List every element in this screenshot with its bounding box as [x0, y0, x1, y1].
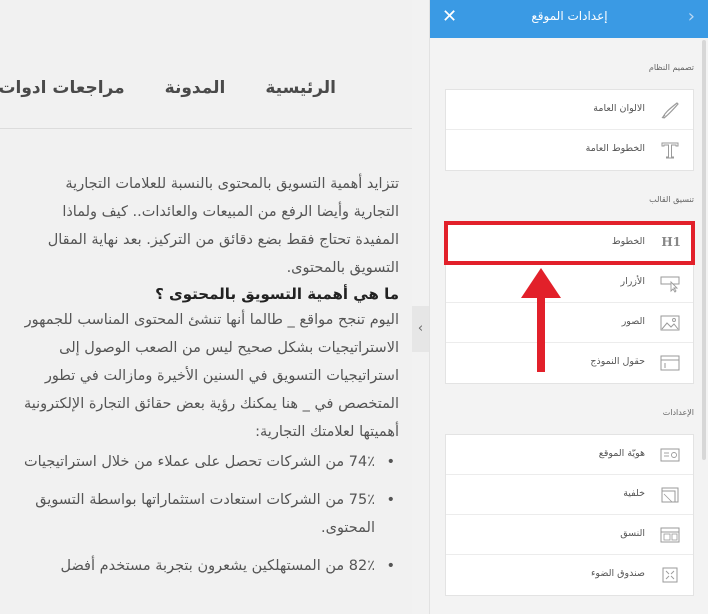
id-card-icon	[659, 445, 681, 465]
nav-divider	[0, 128, 412, 129]
settings-item-global-colors[interactable]: الالوان العامة	[446, 90, 693, 130]
settings-item-label: الصور	[621, 316, 645, 327]
brush-icon	[659, 100, 681, 120]
list-item-text: 75٪ من الشركات استعادت استثماراتها بواسط…	[35, 492, 375, 508]
paragraph-line: استراتيجيات التسويق في السنين الأخيرة وم…	[44, 368, 399, 384]
annotation-arrow	[521, 268, 561, 372]
settings-item-label: خلفية	[623, 488, 645, 499]
settings-card-settings: هويّة الموقع خلفية النسق صندوق الضوء	[445, 434, 694, 596]
settings-item-label: الخطوط	[611, 236, 645, 247]
list-item: 82٪ من المستهلكين يشعرون بتجربة مستخدم أ…	[0, 552, 399, 580]
article-body: تتزايد أهمية التسويق بالمحتوى بالنسبة لل…	[0, 170, 399, 590]
paragraph-line: أهميتها لعلامتك التجارية:	[255, 424, 399, 440]
h1-icon-text: H1	[661, 235, 681, 249]
nav-link-blog[interactable]: المدونة	[165, 78, 226, 98]
settings-item-buttons[interactable]: الأزرار	[446, 263, 693, 303]
section-label-system-design: تصميم النظام	[648, 63, 694, 72]
settings-item-lightbox[interactable]: صندوق الضوء	[446, 555, 693, 595]
settings-item-label: النسق	[620, 528, 645, 539]
settings-card-system-design: الالوان العامة الخطوط العامة	[445, 89, 694, 171]
sidebar-title: إعدادات الموقع	[531, 9, 608, 23]
list-item-text: 82٪ من المستهلكين يشعرون بتجربة مستخدم أ…	[60, 558, 376, 574]
settings-item-label: صندوق الضوء	[590, 568, 645, 579]
settings-item-label: الخطوط العامة	[585, 143, 645, 154]
settings-item-site-identity[interactable]: هويّة الموقع	[446, 435, 693, 475]
list-item: 74٪ من الشركات تحصل على عملاء من خلال اس…	[0, 448, 399, 476]
paragraph-line: المفيدة تحتاج فقط بضع دقائق من التركيز. …	[47, 232, 399, 248]
section-label-template-styling: تنسيق القالب	[649, 195, 694, 204]
list-item: 75٪ من الشركات استعادت استثماراتها بواسط…	[0, 486, 399, 542]
lightbox-icon	[659, 565, 681, 585]
chevron-right-icon: ‹	[417, 321, 424, 336]
paragraph-line: المتخصص في _ هنا يمكنك رؤية بعض حقائق ال…	[23, 396, 399, 412]
scrollbar[interactable]	[702, 40, 706, 460]
nav-link-tool-reviews[interactable]: مراجعات ادوات	[0, 78, 125, 98]
settings-item-images[interactable]: الصور	[446, 303, 693, 343]
stats-list: 74٪ من الشركات تحصل على عملاء من خلال اس…	[0, 448, 399, 580]
settings-item-layout[interactable]: النسق	[446, 515, 693, 555]
sidebar-header: ✕ إعدادات الموقع ›	[430, 0, 708, 38]
paragraph-line: الاستراتيجيات بشكل صحيح ليس من الصعب الو…	[59, 340, 399, 356]
settings-item-label: الالوان العامة	[593, 103, 645, 114]
article-heading: ما هي أهمية التسويق بالمحتوى ؟	[155, 285, 399, 303]
settings-item-fonts[interactable]: H1 الخطوط	[444, 221, 695, 265]
list-item-text: 74٪ من الشركات تحصل على عملاء من خلال اس…	[23, 454, 375, 470]
chevron-right-icon[interactable]: ›	[688, 6, 695, 27]
list-item-text: المحتوى.	[320, 520, 375, 536]
h1-icon: H1	[659, 233, 681, 253]
image-icon	[659, 313, 681, 333]
arrow-head	[521, 268, 561, 298]
settings-item-label: حقول النموذج	[590, 356, 645, 367]
paragraph-line: التجارية وأيضا الرفع من المبيعات والعائد…	[62, 204, 399, 220]
background-icon	[659, 485, 681, 505]
form-field-icon	[659, 353, 681, 373]
collapse-sidebar-toggle[interactable]: ‹	[412, 306, 429, 352]
paragraph-line: تتزايد أهمية التسويق بالمحتوى بالنسبة لل…	[65, 176, 399, 192]
settings-item-label: الأزرار	[620, 276, 645, 287]
arrow-shaft	[537, 296, 545, 372]
cursor-button-icon	[659, 273, 681, 293]
text-t-icon	[659, 140, 681, 160]
nav-link-home[interactable]: الرئيسية	[265, 78, 336, 98]
paragraph-line: التسويق بالمحتوى.	[286, 260, 399, 276]
main-nav: الرئيسية المدونة مراجعات ادوات	[0, 78, 336, 98]
site-preview: الرئيسية المدونة مراجعات ادوات تتزايد أه…	[0, 0, 412, 614]
paragraph-line: اليوم تنجح مواقع _ طالما أنها تنشئ المحت…	[24, 312, 399, 328]
settings-card-template-styling: H1 الخطوط الأزرار الصور حقول النموذج	[444, 221, 695, 384]
site-settings-sidebar: ✕ إعدادات الموقع › تصميم النظام الالوان …	[429, 0, 708, 614]
settings-item-background[interactable]: خلفية	[446, 475, 693, 515]
settings-item-label: هويّة الموقع	[598, 448, 645, 459]
layout-icon	[659, 525, 681, 545]
settings-item-global-fonts[interactable]: الخطوط العامة	[446, 130, 693, 170]
section-label-settings: الإعدادات	[662, 408, 694, 417]
settings-item-form-fields[interactable]: حقول النموذج	[446, 343, 693, 383]
